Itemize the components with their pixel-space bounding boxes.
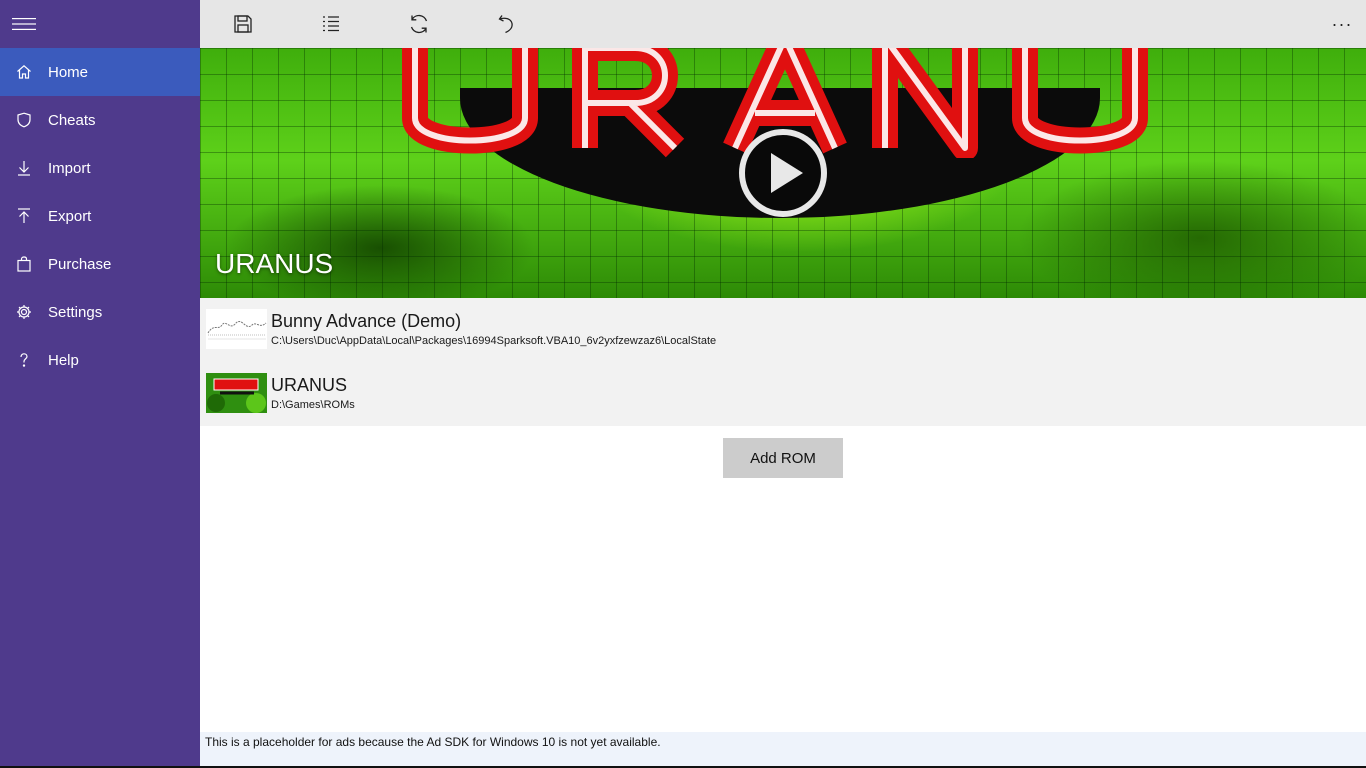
nav-item-label: Home	[48, 63, 89, 81]
hamburger-menu-button[interactable]	[0, 0, 48, 48]
rom-list-item[interactable]: Bunny Advance (Demo) C:\Users\Duc\AppDat…	[200, 298, 1366, 362]
ad-placeholder-text: This is a placeholder for ads because th…	[205, 735, 661, 749]
nav-item-label: Import	[48, 159, 91, 177]
rom-list-item[interactable]: URANUS D:\Games\ROMs	[200, 362, 1366, 426]
nav-list: Home Cheats Import Export Purchase Setti…	[0, 48, 200, 384]
nav-item-label: Cheats	[48, 111, 96, 129]
refresh-button[interactable]	[395, 0, 443, 48]
nav-item-help[interactable]: Help	[0, 336, 200, 384]
rom-thumbnail	[206, 373, 267, 413]
rom-name: Bunny Advance (Demo)	[271, 311, 462, 331]
nav-item-export[interactable]: Export	[0, 192, 200, 240]
gear-icon	[0, 288, 48, 336]
shopping-bag-icon	[0, 240, 48, 288]
shield-icon	[0, 96, 48, 144]
rom-thumbnail	[206, 309, 267, 349]
rom-path: C:\Users\Duc\AppData\Local\Packages\1699…	[271, 335, 717, 347]
upload-icon	[0, 192, 48, 240]
nav-item-label: Help	[48, 351, 79, 369]
rom-name: URANUS	[271, 375, 348, 395]
nav-item-label: Settings	[48, 303, 103, 321]
nav-item-purchase[interactable]: Purchase	[0, 240, 200, 288]
list-icon	[323, 16, 339, 32]
game-title: URANUS	[215, 248, 334, 279]
download-icon	[0, 144, 48, 192]
undo-button[interactable]	[483, 0, 531, 48]
hamburger-icon	[12, 18, 36, 30]
rom-path: D:\Games\ROMs	[271, 399, 355, 411]
nav-item-label: Purchase	[48, 255, 112, 273]
ad-placeholder: This is a placeholder for ads because th…	[200, 732, 1366, 768]
rom-list: Bunny Advance (Demo) C:\Users\Duc\AppDat…	[200, 298, 1366, 426]
game-banner[interactable]: URANUS	[200, 48, 1366, 298]
command-bar: ···	[200, 0, 1366, 48]
nav-item-home[interactable]: Home	[0, 48, 200, 96]
help-icon	[0, 336, 48, 384]
nav-item-label: Export	[48, 207, 92, 225]
home-icon	[0, 48, 48, 96]
nav-item-cheats[interactable]: Cheats	[0, 96, 200, 144]
save-button[interactable]	[219, 0, 267, 48]
play-button-icon[interactable]	[738, 128, 828, 218]
save-icon	[234, 15, 252, 33]
navigation-pane: Home Cheats Import Export Purchase Setti…	[0, 0, 200, 768]
refresh-icon	[410, 14, 428, 34]
add-rom-button[interactable]: Add ROM	[723, 438, 843, 478]
list-button[interactable]	[307, 0, 355, 48]
more-options-button[interactable]: ···	[1318, 0, 1366, 48]
nav-item-settings[interactable]: Settings	[0, 288, 200, 336]
nav-item-import[interactable]: Import	[0, 144, 200, 192]
undo-icon	[498, 15, 513, 34]
